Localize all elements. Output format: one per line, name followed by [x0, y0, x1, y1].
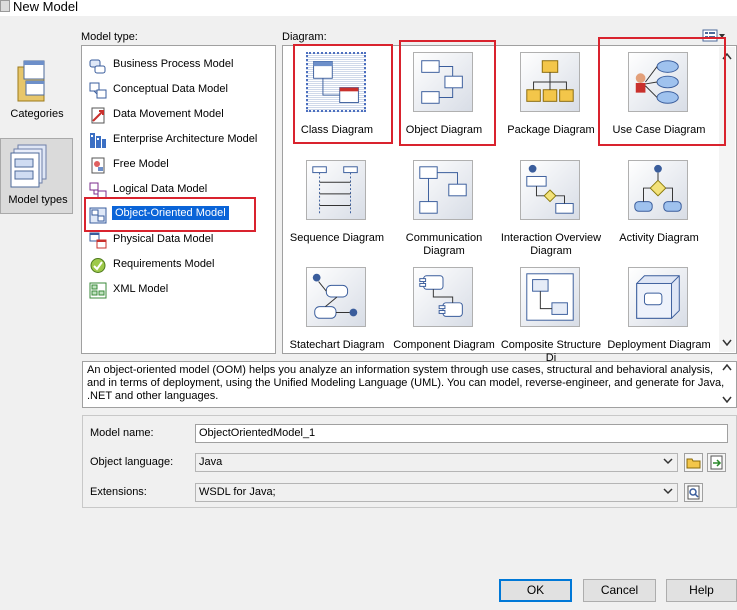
browse-icon	[687, 485, 700, 500]
model-item-conceptual-data[interactable]: Conceptual Data Model	[86, 80, 272, 100]
business-process-icon	[89, 59, 106, 74]
annotation-box-use-case-diagram	[598, 37, 726, 146]
help-button[interactable]: Help	[666, 579, 737, 602]
diagram-component[interactable]: Component Diagram	[390, 265, 498, 371]
object-language-label: Object language:	[90, 456, 174, 468]
diagram-statechart[interactable]: Statechart Diagram	[283, 265, 391, 371]
model-name-label: Model name:	[90, 427, 154, 439]
activity-diagram-icon	[628, 160, 688, 220]
conceptual-data-icon	[89, 82, 107, 99]
model-name-field[interactable]: ObjectOrientedModel_1	[195, 424, 728, 443]
physical-data-icon	[89, 232, 107, 249]
ok-button[interactable]: OK	[499, 579, 572, 602]
diagram-package[interactable]: Package Diagram	[497, 50, 605, 156]
scroll-up-icon[interactable]	[722, 364, 732, 372]
annotation-box-object-diagram	[399, 40, 496, 146]
model-item-physical-data[interactable]: Physical Data Model	[86, 230, 272, 250]
chevron-down-icon	[663, 458, 673, 465]
model-types-icon	[10, 144, 47, 188]
composite-structure-icon	[520, 267, 580, 327]
model-item-xml-model[interactable]: XML Model	[86, 280, 272, 300]
package-diagram-icon	[520, 52, 580, 112]
deployment-diagram-icon	[628, 267, 688, 327]
diagram-composite-structure[interactable]: Composite Structure Di	[497, 265, 605, 371]
description-scrollbar[interactable]	[719, 362, 735, 406]
diagram-label: Interaction Overview Diagram	[500, 232, 602, 257]
annotation-box-object-oriented	[84, 197, 256, 232]
chevron-down-icon	[663, 488, 673, 495]
diagram-label: Deployment Diagram	[607, 339, 711, 351]
model-type-label: Model type:	[81, 31, 138, 43]
communication-diagram-icon	[413, 160, 473, 220]
diagram-label: Diagram:	[282, 31, 327, 43]
diagram-label: Package Diagram	[507, 124, 595, 136]
import-icon	[710, 455, 723, 470]
window-icon	[0, 0, 10, 12]
diagram-deployment[interactable]: Deployment Diagram	[605, 265, 713, 371]
categories-icon	[17, 60, 45, 102]
diagram-label: Statechart Diagram	[289, 339, 385, 351]
diagram-label: Activity Diagram	[619, 232, 699, 244]
category-categories[interactable]: Categories	[0, 55, 74, 131]
model-item-free-model[interactable]: Free Model	[86, 155, 272, 175]
model-description: An object-oriented model (OOM) helps you…	[82, 361, 737, 408]
model-item-business-process[interactable]: Business Process Model	[86, 55, 272, 75]
interaction-overview-icon	[520, 160, 580, 220]
model-item-enterprise-architecture[interactable]: Enterprise Architecture Model	[86, 130, 272, 150]
window-title: New Model	[13, 0, 79, 14]
model-item-data-movement[interactable]: Data Movement Model	[86, 105, 272, 125]
free-model-icon	[91, 157, 105, 174]
extensions-select[interactable]: WSDL for Java;	[195, 483, 678, 502]
extensions-label: Extensions:	[90, 486, 147, 498]
object-language-select[interactable]: Java	[195, 453, 678, 472]
diagram-label: Sequence Diagram	[289, 232, 385, 244]
data-movement-icon	[91, 107, 105, 124]
import-language-button[interactable]	[707, 453, 726, 472]
sequence-diagram-icon	[306, 160, 366, 220]
diagram-activity[interactable]: Activity Diagram	[605, 158, 713, 264]
diagram-sequence[interactable]: Sequence Diagram	[283, 158, 391, 264]
statechart-diagram-icon	[306, 267, 366, 327]
diagram-communication[interactable]: Communication Diagram	[390, 158, 498, 264]
folder-icon	[686, 458, 701, 469]
category-model-types[interactable]: Model types	[0, 138, 73, 214]
object-language-value: Java	[199, 456, 223, 468]
category-label: Model types	[8, 194, 68, 206]
browse-extensions-button[interactable]	[684, 483, 703, 502]
category-bar: Categories Model types	[0, 30, 74, 330]
extensions-value: WSDL for Java;	[199, 486, 276, 498]
model-item-requirements[interactable]: Requirements Model	[86, 255, 272, 275]
component-diagram-icon	[413, 267, 473, 327]
scroll-down-icon[interactable]	[722, 338, 732, 346]
diagram-interaction-overview[interactable]: Interaction Overview Diagram	[497, 158, 605, 264]
scroll-down-icon[interactable]	[722, 395, 732, 403]
browse-folder-button[interactable]	[684, 453, 703, 472]
cancel-button[interactable]: Cancel	[583, 579, 656, 602]
title-bar: New Model	[0, 0, 737, 16]
diagram-label: Communication Diagram	[405, 232, 483, 257]
annotation-box-class-diagram	[293, 44, 393, 144]
enterprise-architecture-icon	[90, 133, 106, 148]
xml-model-icon	[89, 282, 107, 299]
diagram-label: Component Diagram	[393, 339, 495, 351]
requirements-icon	[90, 258, 106, 273]
category-label: Categories	[10, 108, 64, 120]
